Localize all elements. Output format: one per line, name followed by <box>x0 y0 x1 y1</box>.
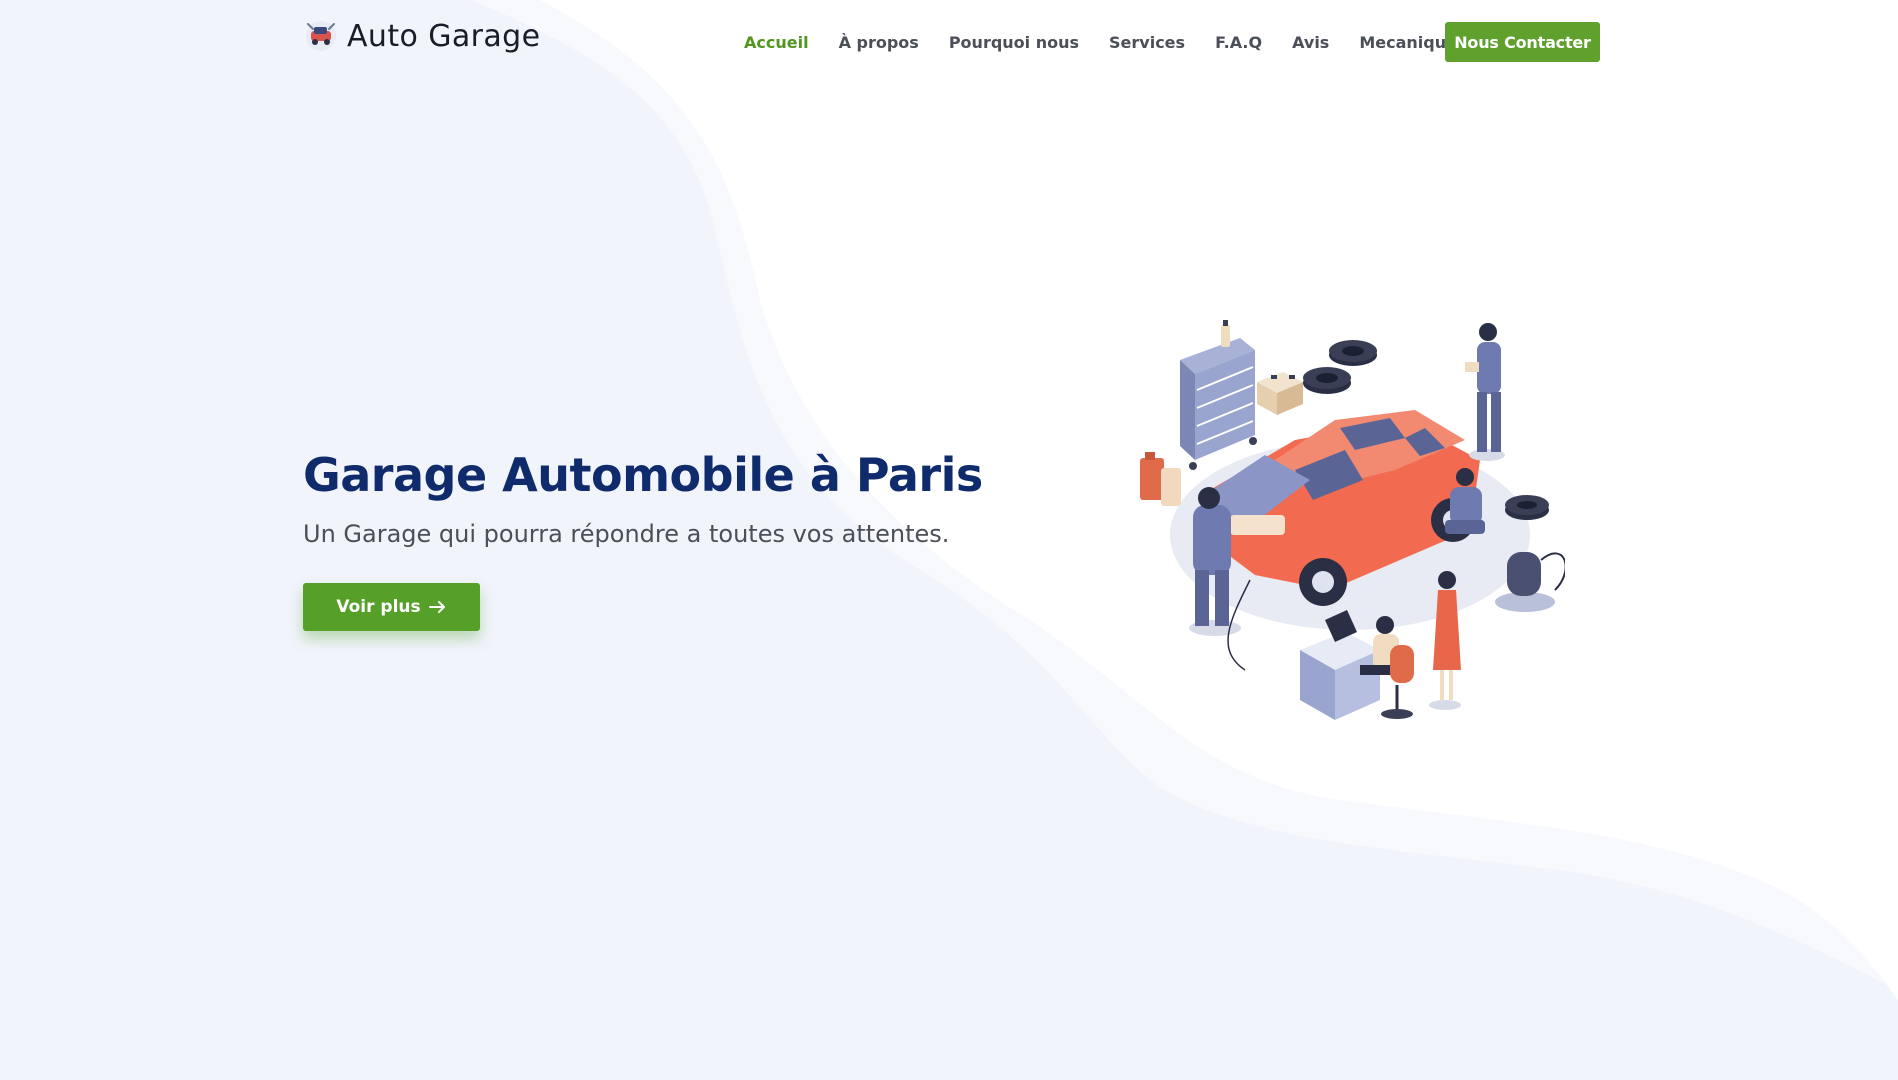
hero-title: Garage Automobile à Paris <box>303 448 983 502</box>
nav-item-pourquoi-nous[interactable]: Pourquoi nous <box>949 33 1079 52</box>
hero-subtitle: Un Garage qui pourra répondre a toutes v… <box>303 520 950 548</box>
nav-item-accueil[interactable]: Accueil <box>744 33 809 52</box>
voir-plus-button[interactable]: Voir plus <box>303 583 480 631</box>
nav-item-avis[interactable]: Avis <box>1292 33 1329 52</box>
nav-item-mecanique-label: Mecanique <box>1359 32 1457 52</box>
car-repair-illustration <box>1140 320 1565 720</box>
brand-logo[interactable]: Auto Garage <box>303 18 540 54</box>
arrow-right-icon <box>428 601 445 613</box>
tire-right-icon <box>1505 495 1549 520</box>
hero-section: Garage Automobile à Paris Un Garage qui … <box>303 448 983 548</box>
voir-plus-label: Voir plus <box>336 597 421 617</box>
brand-name: Auto Garage <box>347 18 541 54</box>
main-nav: Accueil À propos Pourquoi nous Services … <box>744 22 1503 62</box>
nav-item-services[interactable]: Services <box>1109 33 1185 52</box>
fuel-can-icon <box>1140 452 1181 506</box>
mechanic-standing-icon <box>1465 323 1505 461</box>
nav-item-faq[interactable]: F.A.Q <box>1215 33 1262 52</box>
toolbox-cart-icon <box>1180 320 1257 470</box>
site-header: Auto Garage Accueil À propos Pourquoi no… <box>0 0 1898 84</box>
car-wrench-icon <box>306 21 336 51</box>
nav-item-a-propos[interactable]: À propos <box>839 33 919 52</box>
tires-icon <box>1303 340 1377 394</box>
contact-button[interactable]: Nous Contacter <box>1445 22 1600 62</box>
battery-icon <box>1257 372 1303 415</box>
